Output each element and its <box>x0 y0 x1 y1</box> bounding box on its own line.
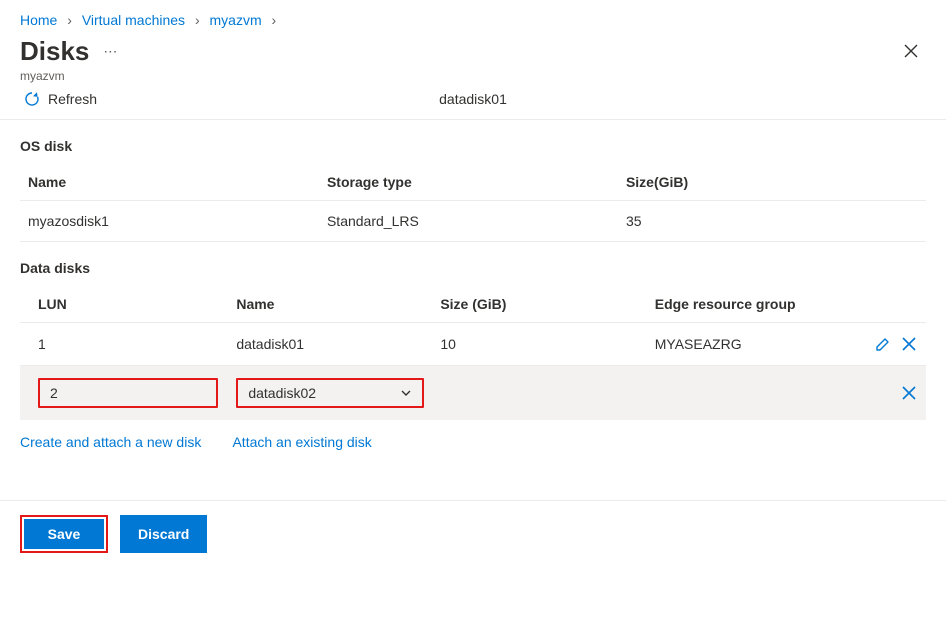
col-name: Name <box>20 164 319 201</box>
refresh-button[interactable]: Refresh <box>24 91 97 107</box>
chevron-right-icon: › <box>67 12 72 28</box>
data-disk-size <box>432 366 646 421</box>
attach-existing-link[interactable]: Attach an existing disk <box>232 434 371 450</box>
os-disk-storage-type: Standard_LRS <box>319 201 618 242</box>
close-icon[interactable] <box>896 36 926 66</box>
chevron-right-icon: › <box>272 12 277 28</box>
chevron-right-icon: › <box>195 12 200 28</box>
refresh-icon <box>24 91 40 107</box>
edit-icon[interactable] <box>874 335 892 353</box>
table-row: 1 datadisk01 10 MYASEAZRG <box>20 323 926 366</box>
refresh-label: Refresh <box>48 91 97 107</box>
lun-input[interactable]: 2 <box>38 378 218 408</box>
delete-icon[interactable] <box>900 335 918 353</box>
os-disk-name: myazosdisk1 <box>20 201 319 242</box>
page-subtitle: myazvm <box>20 69 896 83</box>
os-disk-size: 35 <box>618 201 926 242</box>
data-disk-erg: MYASEAZRG <box>647 323 862 366</box>
breadcrumb-home[interactable]: Home <box>20 12 57 28</box>
context-disk-label: datadisk01 <box>439 91 507 107</box>
more-actions-icon[interactable]: ⋯ <box>103 43 118 60</box>
disk-name-select[interactable]: datadisk02 <box>236 378 424 408</box>
col-lun: LUN <box>20 286 228 323</box>
save-button[interactable]: Save <box>24 519 104 549</box>
breadcrumb-vms[interactable]: Virtual machines <box>82 12 185 28</box>
data-disk-size: 10 <box>432 323 646 366</box>
data-disk-erg <box>647 366 862 421</box>
table-row: 2 datadisk02 <box>20 366 926 421</box>
table-row: myazosdisk1 Standard_LRS 35 <box>20 201 926 242</box>
col-storage-type: Storage type <box>319 164 618 201</box>
delete-icon[interactable] <box>900 384 918 402</box>
os-disk-section-title: OS disk <box>0 120 946 164</box>
data-disk-lun: 1 <box>20 323 228 366</box>
breadcrumb: Home › Virtual machines › myazvm › <box>0 0 946 32</box>
page-title: Disks <box>20 36 89 67</box>
col-size: Size(GiB) <box>618 164 926 201</box>
col-erg: Edge resource group <box>647 286 862 323</box>
col-size: Size (GiB) <box>432 286 646 323</box>
col-name: Name <box>228 286 432 323</box>
data-disks-section-title: Data disks <box>0 242 946 286</box>
disk-name-select-value: datadisk02 <box>248 385 316 401</box>
create-attach-link[interactable]: Create and attach a new disk <box>20 434 201 450</box>
data-disks-table: LUN Name Size (GiB) Edge resource group … <box>20 286 926 420</box>
breadcrumb-vm[interactable]: myazvm <box>210 12 262 28</box>
discard-button[interactable]: Discard <box>120 515 207 553</box>
data-disk-name: datadisk01 <box>228 323 432 366</box>
chevron-down-icon <box>400 387 412 399</box>
os-disk-table: Name Storage type Size(GiB) myazosdisk1 … <box>20 164 926 242</box>
